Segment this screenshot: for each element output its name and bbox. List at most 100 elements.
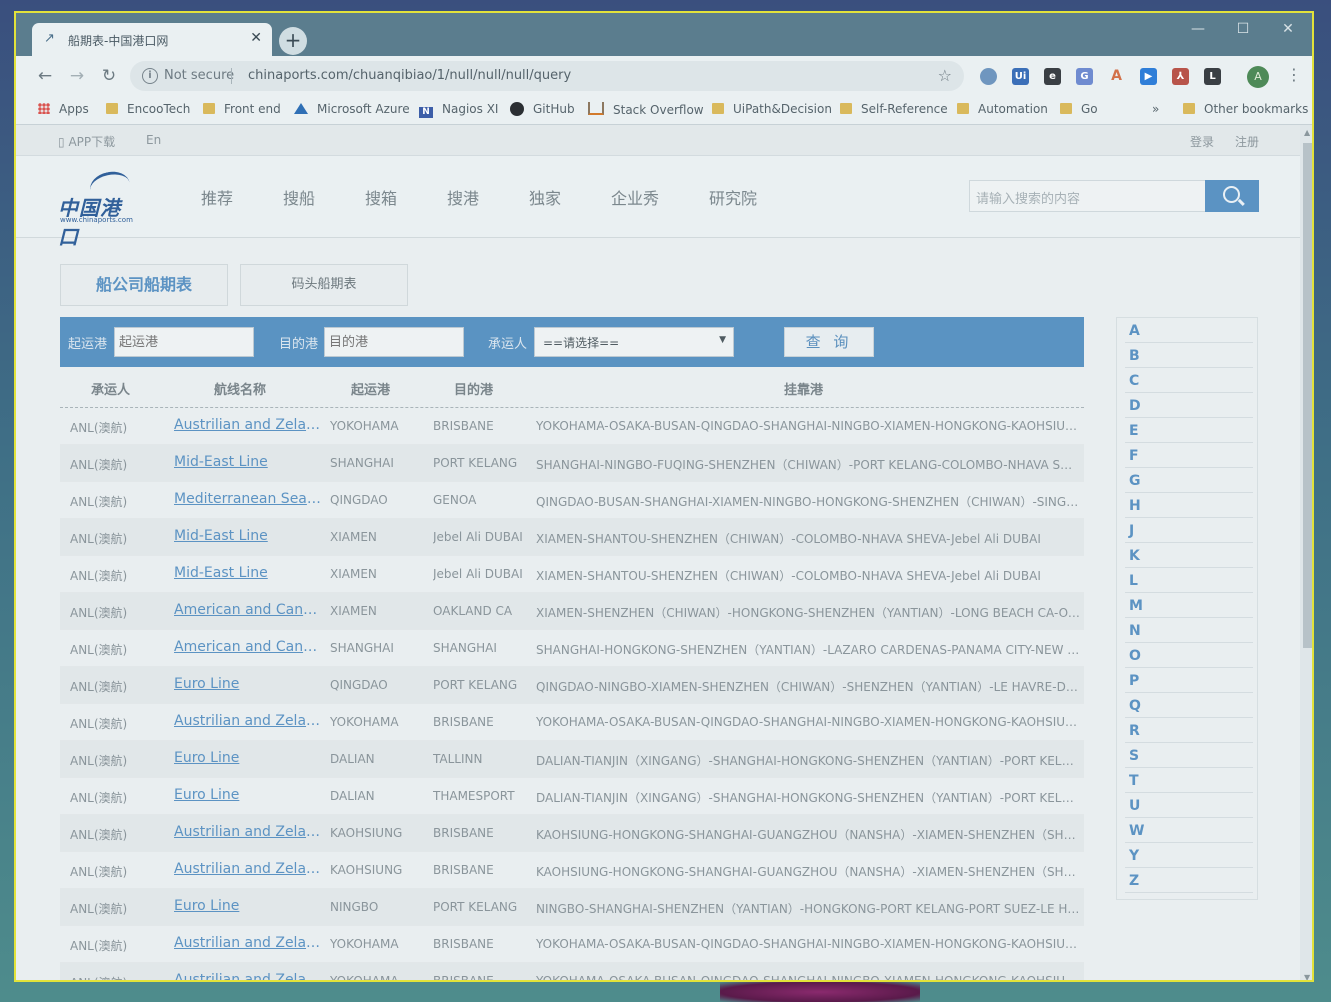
ports-of-call-cell: QINGDAO-BUSAN-SHANGHAI-XIAMEN-NINGBO-HON… [536,495,1080,509]
route-name-link[interactable]: Mid-East Line [174,454,322,470]
bookmark-automation[interactable]: Automation [957,102,1048,116]
alphabet-letter[interactable]: G [1125,468,1253,493]
nav-exclusive[interactable]: 独家 [529,185,561,209]
alphabet-letter[interactable]: L [1125,568,1253,593]
profile-avatar[interactable]: A [1247,66,1269,88]
alphabet-letter[interactable]: T [1125,768,1253,793]
alphabet-letter[interactable]: S [1125,743,1253,768]
bookmark-encootech[interactable]: EncooTech [106,102,190,116]
reload-icon[interactable]: ↻ [98,65,120,87]
alphabet-letter[interactable]: Y [1125,843,1253,868]
alphabet-letter[interactable]: Z [1125,868,1253,893]
tab-close-icon[interactable]: ✕ [250,30,262,46]
bookmark-other[interactable]: Other bookmarks [1183,102,1308,116]
alphabet-letter[interactable]: F [1125,443,1253,468]
bookmark-apps[interactable]: Apps [38,102,89,116]
address-bar[interactable]: i Not secure chinaports.com/chuanqibiao/… [130,61,964,91]
route-name-link[interactable]: Mediterranean Sea Line [174,491,322,507]
close-window-icon[interactable]: ✕ [1268,16,1308,42]
route-name-link[interactable]: Austrilian and Zeland Line [174,417,322,433]
browser-tab[interactable]: ↗ 船期表-中国港口网 ✕ [32,23,272,56]
acrobat-extension-icon[interactable]: A [1108,68,1125,85]
nav-search-port[interactable]: 搜港 [447,185,479,209]
minimize-icon[interactable]: — [1178,16,1218,42]
alphabet-letter[interactable]: P [1125,668,1253,693]
nav-research[interactable]: 研究院 [709,185,757,209]
alphabet-letter[interactable]: A [1125,318,1253,343]
extension-l-icon[interactable]: L [1204,68,1221,85]
uipath-extension-icon[interactable]: Ui [1012,68,1029,85]
route-name-link[interactable]: American and Canada Line [174,602,322,618]
nav-search-container[interactable]: 搜箱 [365,185,397,209]
extension-e-icon[interactable]: e [1044,68,1061,85]
alphabet-letter[interactable]: B [1125,343,1253,368]
route-name-link[interactable]: Mid-East Line [174,528,322,544]
maximize-icon[interactable]: ☐ [1223,16,1263,42]
alphabet-letter[interactable]: N [1125,618,1253,643]
alphabet-letter[interactable]: E [1125,418,1253,443]
scrollbar-thumb[interactable] [1303,143,1312,648]
bookmark-stackoverflow[interactable]: Stack Overflow [588,102,704,117]
carrier-select[interactable]: ==请选择== ▼ [534,327,734,357]
video-extension-icon[interactable]: ▶ [1140,68,1157,85]
alphabet-letter[interactable]: D [1125,393,1253,418]
alphabet-letter[interactable]: U [1125,793,1253,818]
scroll-down-icon[interactable]: ▼ [1304,973,1310,980]
alphabet-letter[interactable]: K [1125,543,1253,568]
route-name-link[interactable]: Austrilian and Zeland Line [174,935,322,951]
nav-search-ship[interactable]: 搜船 [283,185,315,209]
route-name-link[interactable]: American and Canada Line [174,639,322,655]
route-name-link[interactable]: Euro Line [174,750,322,766]
route-name-link[interactable]: Austrilian and Zeland Line [174,713,322,729]
bookmark-github[interactable]: GitHub [510,102,575,116]
back-icon[interactable]: ← [34,65,56,87]
site-search-button[interactable] [1205,180,1259,212]
query-button[interactable]: 查 询 [784,327,874,357]
route-name-link[interactable]: Euro Line [174,676,322,692]
alphabet-letter[interactable]: O [1125,643,1253,668]
tab-terminal-schedule[interactable]: 码头船期表 [240,264,408,306]
app-download-link[interactable]: ▯ APP下载 [58,133,115,150]
bookmarks-overflow-icon[interactable]: » [1152,102,1159,116]
register-link[interactable]: 注册 [1235,133,1259,150]
bookmark-front-end[interactable]: Front end [203,102,281,116]
route-name-link[interactable]: Mid-East Line [174,565,322,581]
forward-icon[interactable]: → [66,65,88,87]
alphabet-letter[interactable]: W [1125,818,1253,843]
origin-port-input[interactable] [114,327,254,357]
route-name-link[interactable]: Euro Line [174,898,322,914]
info-icon[interactable]: i [142,68,158,84]
route-name-link[interactable]: Austrilian and Zeland Line [174,824,322,840]
nav-enterprise[interactable]: 企业秀 [611,185,659,209]
alphabet-letter[interactable]: C [1125,368,1253,393]
bookmark-go[interactable]: Go [1060,102,1098,116]
bookmark-uipath-decision[interactable]: UiPath&Decision [712,102,832,116]
nav-recommend[interactable]: 推荐 [201,185,233,209]
bookmark-self-reference[interactable]: Self-Reference [840,102,948,116]
alphabet-letter[interactable]: H [1125,493,1253,518]
pdf-extension-icon[interactable]: ⅄ [1172,68,1189,85]
translate-extension-icon[interactable]: G [1076,68,1093,85]
destination-port-input[interactable] [324,327,464,357]
english-link[interactable]: En [146,133,161,147]
route-name-link[interactable]: Austrilian and Zeland Line [174,861,322,877]
route-name-link[interactable]: Euro Line [174,787,322,803]
alphabet-letter[interactable]: J [1125,518,1253,543]
alphabet-letter[interactable]: R [1125,718,1253,743]
site-logo[interactable]: 中国港口 www.chinaports.com [58,168,140,249]
login-link[interactable]: 登录 [1190,133,1214,150]
scroll-up-icon[interactable]: ▲ [1304,128,1310,137]
url-text[interactable]: chinaports.com/chuanqibiao/1/null/null/n… [248,68,571,83]
site-search-input[interactable]: 请输入搜索的内容 [969,180,1205,212]
extension-circle-icon[interactable] [980,68,997,85]
route-name-link[interactable]: Austrilian and Zeland Line [174,972,322,980]
page-scrollbar[interactable]: ▲ ▼ [1300,125,1312,980]
alphabet-letter[interactable]: M [1125,593,1253,618]
tab-carrier-schedule[interactable]: 船公司船期表 [60,264,228,306]
bookmark-star-icon[interactable]: ☆ [938,66,952,85]
bookmark-microsoft-azure[interactable]: Microsoft Azure [294,102,410,116]
browser-menu-icon[interactable]: ⋮ [1286,65,1302,84]
new-tab-button[interactable]: + [279,27,307,55]
bookmark-nagios[interactable]: N Nagios XI [419,102,498,118]
alphabet-letter[interactable]: Q [1125,693,1253,718]
